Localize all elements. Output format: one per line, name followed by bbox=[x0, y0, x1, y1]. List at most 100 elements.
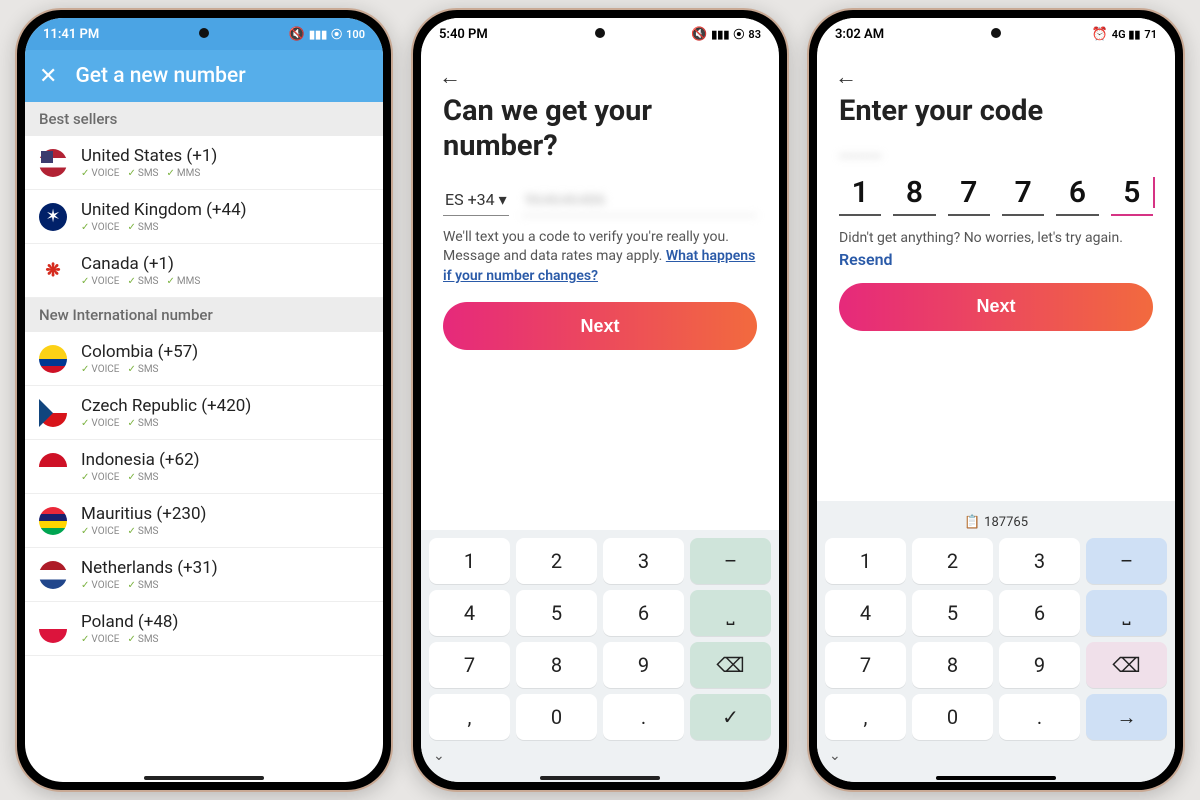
key-digit[interactable]: 0 bbox=[912, 694, 993, 740]
signal-icon: 4G ▮▮ bbox=[1112, 28, 1141, 41]
key-digit[interactable]: 7 bbox=[825, 642, 906, 688]
key-digit[interactable]: 9 bbox=[603, 642, 684, 688]
phone-number-input[interactable]: 964646486 bbox=[521, 184, 757, 216]
capability-badge: SMS bbox=[128, 472, 159, 483]
key-digit[interactable]: 7 bbox=[429, 642, 510, 688]
capability-badge: VOICE bbox=[81, 364, 120, 375]
capabilities: VOICESMS bbox=[81, 472, 369, 483]
capabilities: VOICESMS bbox=[81, 634, 369, 645]
clipboard-icon: 📋 bbox=[964, 515, 980, 530]
code-digit: 5 bbox=[1111, 175, 1153, 216]
country-name: United Kingdom (+44) bbox=[81, 200, 369, 220]
key-digit[interactable]: 1 bbox=[429, 538, 510, 584]
flag-icon bbox=[39, 453, 67, 481]
capability-badge: SMS bbox=[128, 580, 159, 591]
flag-icon bbox=[39, 615, 67, 643]
key-digit[interactable]: 6 bbox=[999, 590, 1080, 636]
country-row[interactable]: ❋Canada (+1)VOICESMSMMS bbox=[25, 244, 383, 298]
key-symbol[interactable]: , bbox=[825, 694, 906, 740]
keyboard-collapse-icon[interactable]: ⌄ bbox=[429, 740, 771, 764]
signal-icon: ▮▮▮ bbox=[711, 28, 729, 41]
key-next[interactable]: → bbox=[1086, 694, 1167, 740]
next-button[interactable]: Next bbox=[839, 283, 1153, 331]
capability-badge: VOICE bbox=[81, 168, 120, 179]
capability-badge: MMS bbox=[167, 168, 201, 179]
back-icon[interactable]: ← bbox=[421, 50, 779, 94]
flag-icon bbox=[39, 507, 67, 535]
home-indicator bbox=[540, 776, 660, 780]
key-digit[interactable]: 4 bbox=[429, 590, 510, 636]
key-digit[interactable]: 0 bbox=[516, 694, 597, 740]
country-row[interactable]: Poland (+48)VOICESMS bbox=[25, 602, 383, 656]
clock: 3:02 AM bbox=[835, 27, 884, 42]
battery-icon: 71 bbox=[1144, 28, 1157, 41]
country-name: Mauritius (+230) bbox=[81, 504, 369, 524]
capability-badge: VOICE bbox=[81, 634, 120, 645]
key-symbol[interactable]: , bbox=[429, 694, 510, 740]
resend-text: Didn't get anything? No worries, let's t… bbox=[839, 230, 1153, 246]
country-name: Indonesia (+62) bbox=[81, 450, 369, 470]
country-row[interactable]: ✶United Kingdom (+44)VOICESMS bbox=[25, 190, 383, 244]
capabilities: VOICESMS bbox=[81, 364, 369, 375]
keyboard-collapse-icon[interactable]: ⌄ bbox=[825, 740, 1167, 764]
flag-icon bbox=[39, 399, 67, 427]
key-dash[interactable]: – bbox=[690, 538, 771, 584]
country-row[interactable]: United States (+1)VOICESMSMMS bbox=[25, 136, 383, 190]
disclaimer-text: We'll text you a code to verify you're r… bbox=[443, 228, 757, 287]
key-digit[interactable]: 8 bbox=[912, 642, 993, 688]
key-digit[interactable]: 5 bbox=[516, 590, 597, 636]
code-digit: 1 bbox=[839, 175, 881, 216]
flag-icon bbox=[39, 561, 67, 589]
key-digit[interactable]: 9 bbox=[999, 642, 1080, 688]
status-icons: 🔇 ▮▮▮ ⦿ 100 bbox=[289, 26, 365, 42]
key-backspace[interactable]: ⌫ bbox=[690, 642, 771, 688]
country-code-value: ES +34 bbox=[445, 190, 495, 209]
clock: 11:41 PM bbox=[43, 27, 99, 42]
wifi-icon: ⦿ bbox=[733, 26, 744, 42]
keyboard-suggestion[interactable]: 📋 187765 bbox=[825, 509, 1167, 538]
next-button[interactable]: Next bbox=[443, 302, 757, 350]
status-icons: 🔇 ▮▮▮ ⦿ 83 bbox=[691, 26, 761, 42]
key-digit[interactable]: 3 bbox=[999, 538, 1080, 584]
key-space[interactable]: ⎵ bbox=[690, 590, 771, 636]
resend-link[interactable]: Resend bbox=[839, 250, 1153, 269]
back-icon[interactable]: ← bbox=[817, 50, 1175, 94]
key-confirm[interactable]: ✓ bbox=[690, 694, 771, 740]
code-input[interactable]: 187765 bbox=[839, 175, 1153, 216]
key-symbol[interactable]: . bbox=[603, 694, 684, 740]
numeric-keyboard: 📋 187765 123– 456⎵ 789⌫,0.→ ⌄ bbox=[817, 501, 1175, 782]
country-row[interactable]: Mauritius (+230) VOICE SMS bbox=[25, 494, 383, 548]
section-header: Best sellers bbox=[25, 102, 383, 136]
page-title: Can we get your number? bbox=[443, 94, 757, 164]
country-list: Best sellersUnited States (+1)VOICESMSMM… bbox=[25, 102, 383, 782]
key-space[interactable]: ⎵ bbox=[1086, 590, 1167, 636]
key-digit[interactable]: 1 bbox=[825, 538, 906, 584]
country-name: Colombia (+57) bbox=[81, 342, 369, 362]
capabilities: VOICESMS bbox=[81, 418, 369, 429]
key-backspace[interactable]: ⌫ bbox=[1086, 642, 1167, 688]
page-title: Get a new number bbox=[75, 64, 245, 88]
home-indicator bbox=[936, 776, 1056, 780]
key-digit[interactable]: 8 bbox=[516, 642, 597, 688]
key-digit[interactable]: 5 bbox=[912, 590, 993, 636]
capability-badge: SMS bbox=[128, 526, 159, 537]
close-icon[interactable]: ✕ bbox=[39, 64, 57, 89]
key-dash[interactable]: – bbox=[1086, 538, 1167, 584]
key-symbol[interactable]: . bbox=[999, 694, 1080, 740]
key-digit[interactable]: 4 bbox=[825, 590, 906, 636]
alarm-icon: ⏰ bbox=[1092, 27, 1108, 42]
capability-badge: MMS bbox=[167, 276, 201, 287]
country-code-select[interactable]: ES +34 ▾ bbox=[443, 184, 509, 216]
battery-icon: 83 bbox=[748, 28, 761, 41]
key-digit[interactable]: 2 bbox=[516, 538, 597, 584]
wifi-icon: ⦿ bbox=[331, 26, 342, 42]
capability-badge: VOICE bbox=[81, 526, 120, 537]
key-digit[interactable]: 6 bbox=[603, 590, 684, 636]
status-icons: ⏰ 4G ▮▮ 71 bbox=[1092, 27, 1157, 42]
country-row[interactable]: Colombia (+57) VOICESMS bbox=[25, 332, 383, 386]
country-row[interactable]: Czech Republic (+420)VOICESMS bbox=[25, 386, 383, 440]
key-digit[interactable]: 3 bbox=[603, 538, 684, 584]
key-digit[interactable]: 2 bbox=[912, 538, 993, 584]
country-row[interactable]: Indonesia (+62) VOICESMS bbox=[25, 440, 383, 494]
country-row[interactable]: Netherlands (+31)VOICESMS bbox=[25, 548, 383, 602]
